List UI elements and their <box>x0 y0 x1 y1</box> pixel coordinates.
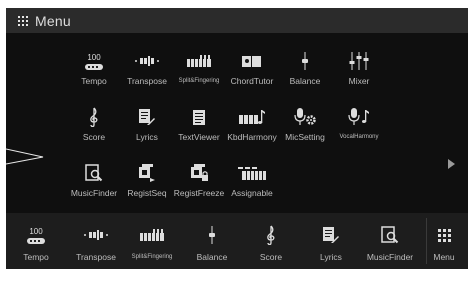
mixer-icon <box>326 50 392 72</box>
menu-button[interactable]: Menu <box>421 221 467 265</box>
assignable-icon <box>219 162 285 184</box>
split-fingering-icon <box>124 223 180 247</box>
callout-pointer-line <box>6 148 44 165</box>
shortcut-music-finder[interactable]: MusicFinder <box>362 221 418 265</box>
app-mixer[interactable]: Mixer <box>326 50 392 90</box>
shortcut-transpose[interactable]: Transpose <box>68 221 124 265</box>
app-grid: 100 Tempo Transpose Split&Fingering Chor… <box>6 33 468 213</box>
shortcut-tempo[interactable]: 100 Tempo <box>8 221 64 265</box>
shortcut-lyrics[interactable]: Lyrics <box>303 221 359 265</box>
menu-grid-icon <box>18 15 28 26</box>
shortcut-balance[interactable]: Balance <box>184 221 240 265</box>
vocal-harmony-icon <box>326 106 392 128</box>
balance-icon <box>184 223 240 247</box>
shortcut-score[interactable]: Score <box>243 221 299 265</box>
lyrics-icon <box>303 223 359 247</box>
shortcut-bar: 100 Tempo Transpose Split&Fingering Bala… <box>6 213 468 269</box>
shortcut-separator <box>426 218 427 264</box>
music-finder-icon <box>362 223 418 247</box>
title-bar: Menu <box>6 8 468 33</box>
app-assignable[interactable]: Assignable <box>219 162 285 202</box>
tempo-icon: 100 <box>8 223 64 247</box>
app-vocal-harmony[interactable]: VocalHarmony <box>326 106 392 146</box>
score-icon <box>243 223 299 247</box>
next-page-arrow-icon[interactable] <box>448 159 455 169</box>
transpose-icon <box>68 223 124 247</box>
shortcut-split-fingering[interactable]: Split&Fingering <box>124 221 180 265</box>
page-title: Menu <box>35 12 71 29</box>
menu-screen: Menu 100 Tempo Transpose Split&Fingering <box>6 8 468 269</box>
menu-grid-icon <box>421 223 467 247</box>
